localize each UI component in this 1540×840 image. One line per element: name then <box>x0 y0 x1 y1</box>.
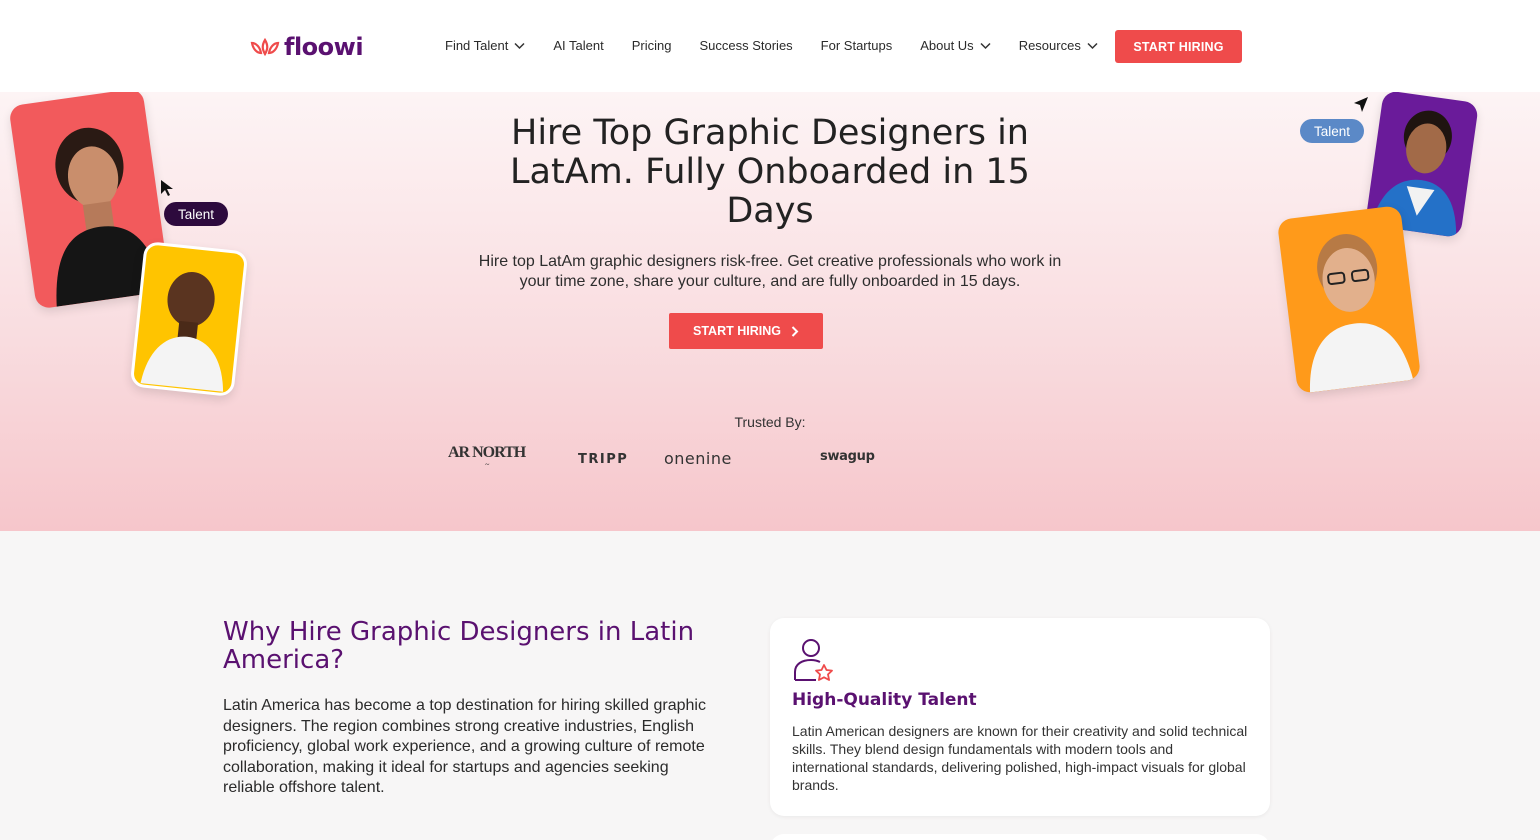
hero-title: Hire Top Graphic Designers in LatAm. Ful… <box>0 114 1540 231</box>
why-section-title: Why Hire Graphic Designers in Latin Amer… <box>223 617 695 675</box>
hero-subtitle: Hire top LatAm graphic designers risk-fr… <box>0 252 1540 292</box>
hero-section: Talent Talent Hire Top Graphic Designers… <box>0 92 1540 531</box>
client-logos: AR NORTH ~ TRIPP onenine swagup <box>0 444 1540 474</box>
nav-label: Find Talent <box>445 38 509 53</box>
feature-card-next <box>770 834 1270 840</box>
hero-cta-label: START HIRING <box>693 324 781 338</box>
cursor-arrow-icon <box>1354 97 1368 112</box>
feature-title: High-Quality Talent <box>792 690 977 710</box>
nav-ai-talent[interactable]: AI Talent <box>553 38 603 53</box>
nav-resources[interactable]: Resources <box>1019 38 1098 53</box>
nav-find-talent[interactable]: Find Talent <box>445 38 525 53</box>
feature-body: Latin American designers are known for t… <box>792 723 1248 793</box>
user-star-icon <box>794 639 833 681</box>
brand-text: AR NORTH <box>448 444 526 461</box>
hero-subtitle-text: Hire top LatAm graphic designers risk-fr… <box>478 253 1062 290</box>
nav-label: Pricing <box>631 38 672 53</box>
nav-success-stories[interactable]: Success Stories <box>699 38 792 53</box>
logo-text: floowi <box>284 33 364 61</box>
nav-label: Success Stories <box>699 38 793 53</box>
why-section-body: Latin America has become a top destinati… <box>223 697 706 796</box>
brand-logo-ar-north: AR NORTH ~ <box>448 444 526 469</box>
chevron-down-icon <box>980 42 991 49</box>
brand-logo-swagup: swagup <box>820 449 875 464</box>
nav-label: Resources <box>1018 38 1081 53</box>
talent-photo-man-glasses <box>1276 205 1422 394</box>
chevron-right-icon <box>791 325 799 337</box>
nav-label: About Us <box>920 38 974 53</box>
chevron-down-icon <box>1087 42 1098 49</box>
logo-mark-icon <box>250 37 280 57</box>
person-illustration <box>1310 234 1414 393</box>
brand-logo-tripp: TRIPP <box>578 452 629 467</box>
floowi-logo[interactable]: floowi <box>250 33 364 61</box>
feature-card-high-quality-talent: High-Quality Talent Latin American desig… <box>770 618 1270 816</box>
chevron-down-icon <box>514 42 525 49</box>
main-nav: Find Talent AI Talent Pricing Success St… <box>445 38 1126 53</box>
brand-logo-onenine: onenine <box>664 449 732 468</box>
nav-label: AI Talent <box>553 38 604 53</box>
brand-script-mark: ~ <box>484 460 489 469</box>
nav-about-us[interactable]: About Us <box>920 38 991 53</box>
nav-for-startups[interactable]: For Startups <box>821 38 893 53</box>
trusted-by-label: Trusted By: <box>734 414 806 430</box>
site-header: floowi Find Talent AI Talent Pricing Suc… <box>0 0 1540 92</box>
nav-label: For Startups <box>820 38 893 53</box>
hero-title-text: Hire Top Graphic Designers in LatAm. Ful… <box>510 113 1030 231</box>
header-start-hiring-button[interactable]: START HIRING <box>1115 30 1242 63</box>
nav-pricing[interactable]: Pricing <box>632 38 672 53</box>
hero-start-hiring-button[interactable]: START HIRING <box>669 313 823 349</box>
